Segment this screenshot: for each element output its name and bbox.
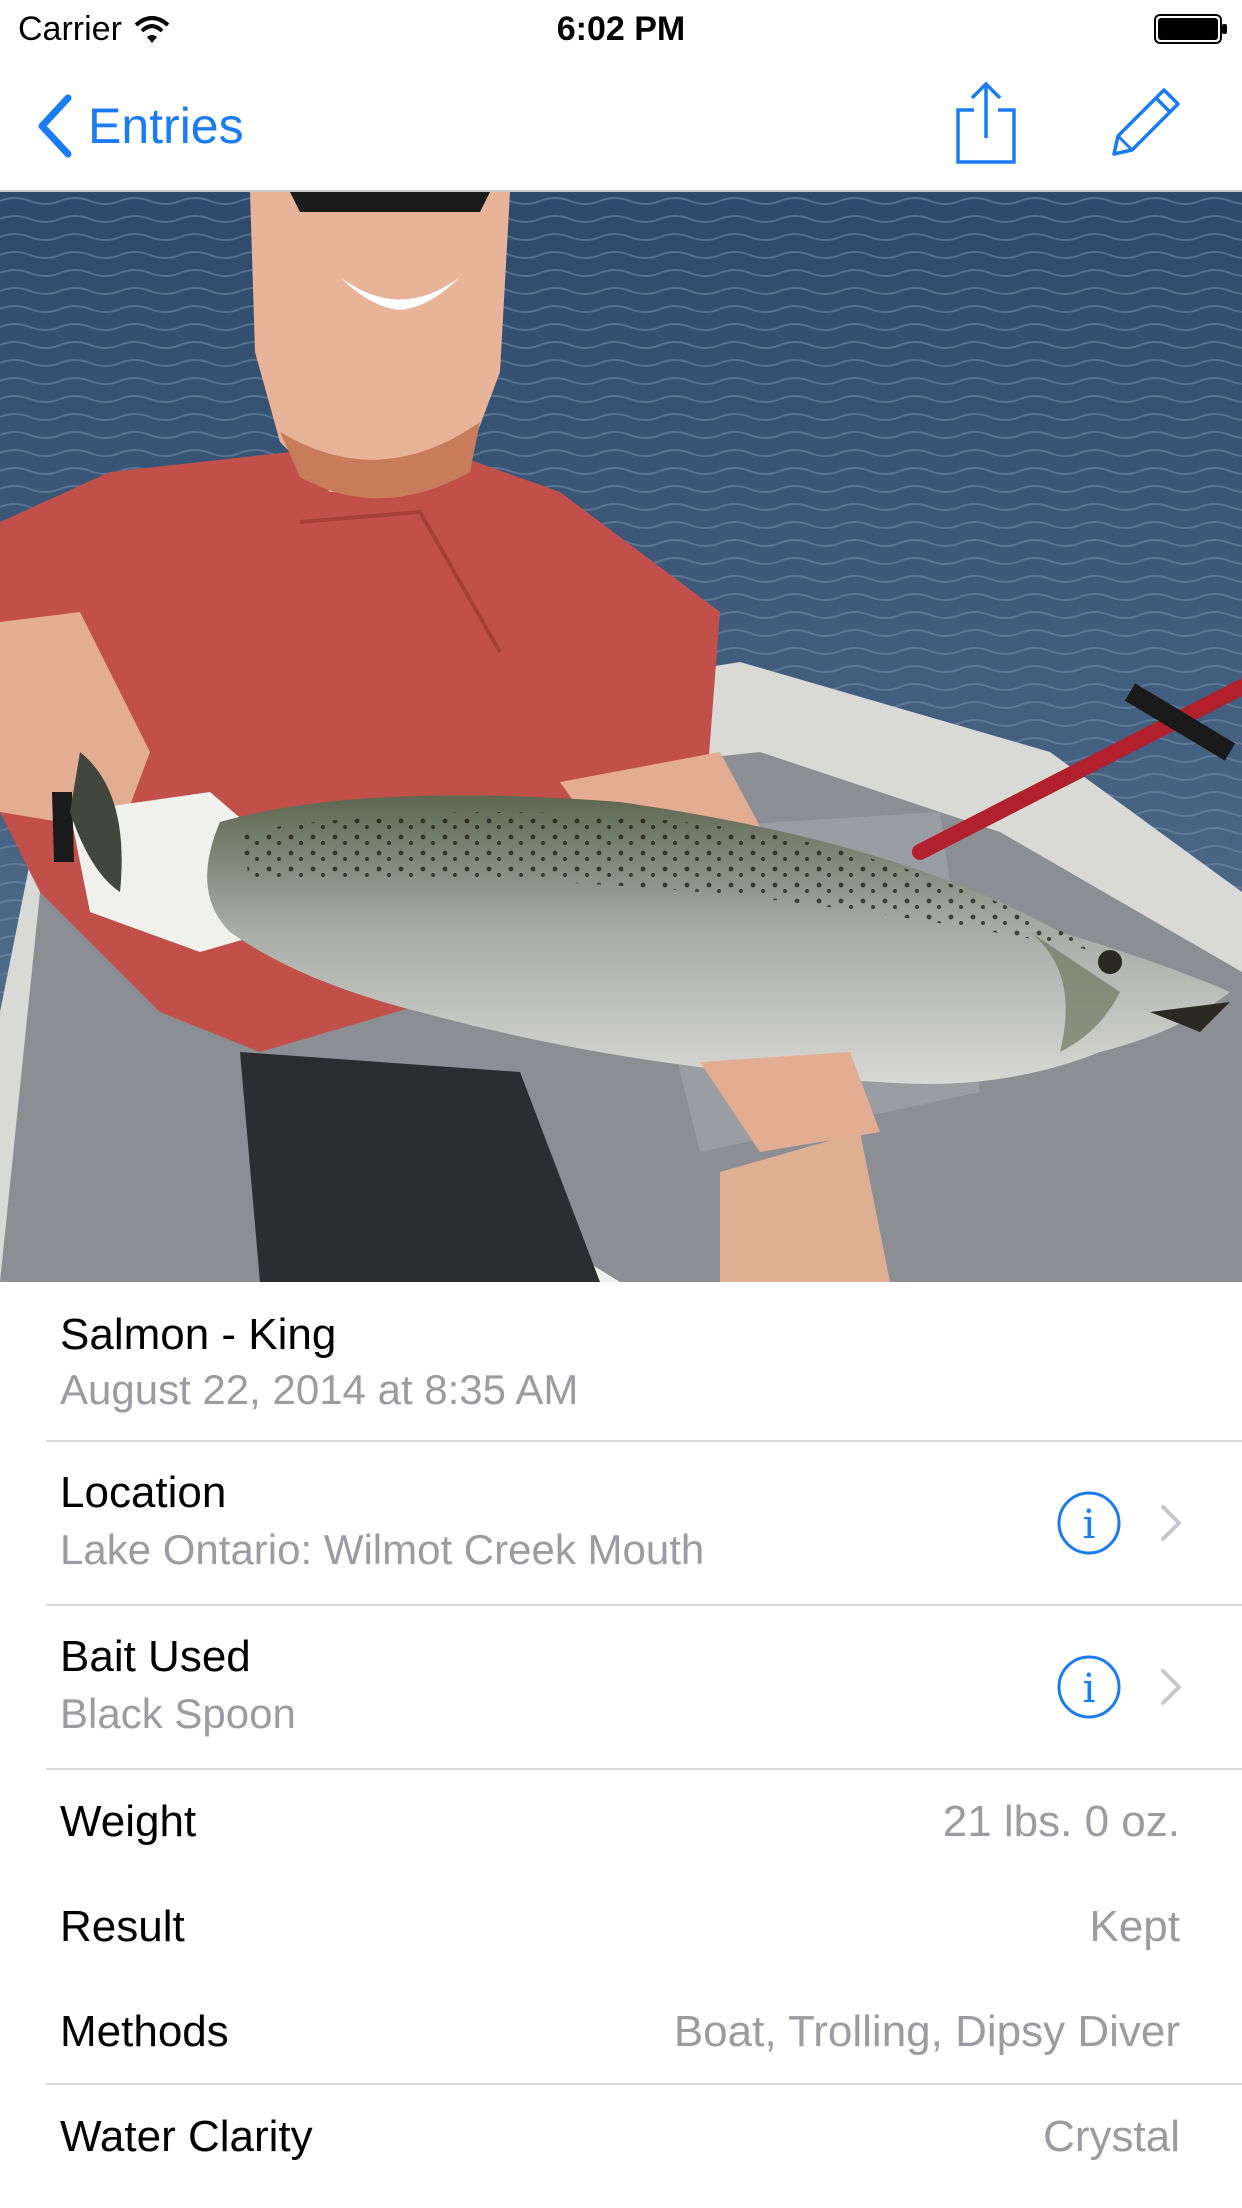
species-header-row: Salmon - King August 22, 2014 at 8:35 AM [46, 1282, 1242, 1442]
water-clarity-row: Water Clarity Crystal [46, 2085, 1242, 2190]
detail-label: Methods [60, 2007, 229, 2056]
detail-value: 21 lbs. 0 oz. [942, 1797, 1180, 1846]
chevron-right-icon [1161, 1505, 1181, 1541]
location-row[interactable]: Location Lake Ontario: Wilmot Creek Mout… [46, 1442, 1242, 1606]
weight-row: Weight 21 lbs. 0 oz. [46, 1770, 1242, 1875]
catch-photo [0, 192, 1242, 1282]
chevron-right-icon [1161, 1669, 1181, 1705]
detail-value: Crystal [1043, 2112, 1180, 2161]
entry-details: Salmon - King August 22, 2014 at 8:35 AM… [0, 1282, 1242, 2190]
back-button-label: Entries [88, 98, 244, 154]
bait-title: Bait Used [60, 1632, 251, 1681]
share-icon[interactable] [954, 80, 1018, 166]
methods-row: Methods Boat, Trolling, Dipsy Diver [46, 1980, 1242, 2085]
bait-value: Black Spoon [60, 1690, 296, 1737]
detail-label: Result [60, 1902, 185, 1951]
back-button[interactable]: Entries [34, 94, 244, 158]
catch-photo-image [0, 192, 1242, 1282]
location-value: Lake Ontario: Wilmot Creek Mouth [60, 1526, 705, 1573]
bait-row[interactable]: Bait Used Black Spoon i [46, 1606, 1242, 1770]
chevron-left-icon [38, 94, 72, 158]
catch-date: August 22, 2014 at 8:35 AM [60, 1366, 579, 1413]
battery-icon [1154, 14, 1227, 44]
status-bar: Carrier 6:02 PM [0, 0, 1242, 60]
navigation-bar: Entries [0, 60, 1242, 192]
species-title: Salmon - King [60, 1310, 337, 1359]
info-circle-icon[interactable]: i [1056, 1490, 1122, 1556]
status-time: 6:02 PM [556, 10, 686, 48]
detail-value: Boat, Trolling, Dipsy Diver [673, 2007, 1180, 2056]
location-title: Location [60, 1468, 227, 1517]
detail-value: Kept [1089, 1902, 1180, 1951]
svg-text:i: i [1083, 1666, 1096, 1712]
info-circle-icon[interactable]: i [1056, 1654, 1122, 1720]
svg-text:i: i [1083, 1502, 1096, 1548]
result-row: Result Kept [46, 1875, 1242, 1980]
pencil-icon[interactable] [1108, 84, 1184, 160]
detail-label: Weight [60, 1797, 197, 1846]
detail-label: Water Clarity [60, 2112, 313, 2161]
